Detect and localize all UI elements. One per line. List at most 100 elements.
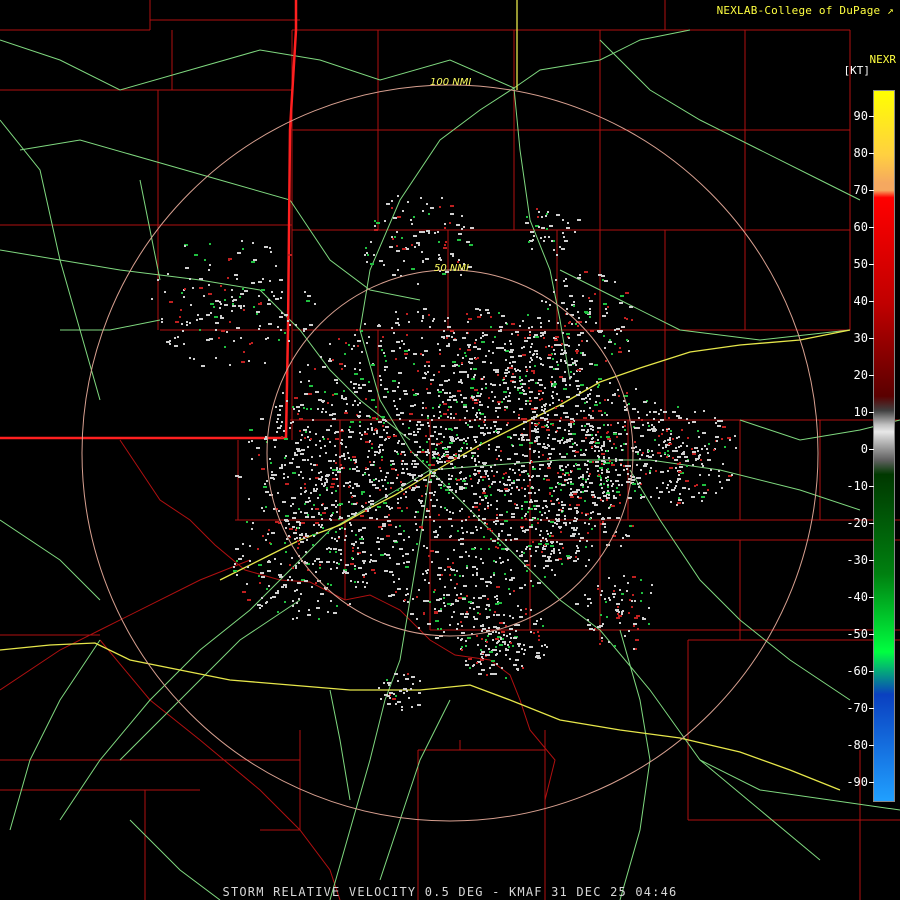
- velocity-echo-pixel: [625, 292, 629, 294]
- velocity-echo-pixel: [707, 489, 709, 491]
- velocity-echo-pixel: [517, 605, 519, 607]
- velocity-echo-pixel: [300, 471, 302, 473]
- velocity-echo-pixel: [479, 418, 481, 420]
- units-label: [KT]: [843, 64, 871, 77]
- velocity-echo-pixel: [484, 522, 486, 524]
- velocity-echo-pixel: [537, 317, 541, 319]
- velocity-echo-pixel: [425, 493, 427, 495]
- velocity-echo-pixel: [480, 432, 484, 434]
- velocity-echo-pixel: [497, 489, 499, 491]
- velocity-echo-pixel: [281, 436, 283, 438]
- velocity-echo-pixel: [422, 449, 424, 451]
- velocity-echo-pixel: [481, 499, 483, 501]
- velocity-echo-pixel: [341, 397, 343, 399]
- velocity-echo-pixel: [529, 646, 533, 648]
- velocity-echo-pixel: [660, 409, 662, 411]
- velocity-echo-pixel: [275, 474, 277, 476]
- velocity-echo-pixel: [603, 457, 605, 459]
- velocity-echo-pixel: [404, 454, 406, 456]
- velocity-echo-pixel: [583, 417, 587, 419]
- velocity-echo-pixel: [401, 451, 405, 453]
- velocity-echo-pixel: [514, 386, 516, 388]
- velocity-echo-pixel: [519, 474, 521, 476]
- velocity-echo-pixel: [623, 400, 625, 402]
- velocity-echo-pixel: [531, 370, 535, 372]
- velocity-echo-pixel: [617, 606, 619, 608]
- velocity-echo-pixel: [244, 290, 248, 292]
- velocity-echo-pixel: [360, 378, 364, 380]
- velocity-echo-pixel: [269, 458, 271, 460]
- velocity-echo-pixel: [565, 278, 567, 280]
- velocity-echo-pixel: [284, 464, 286, 466]
- velocity-echo-pixel: [493, 614, 495, 616]
- credit-line[interactable]: NEXLAB-College of DuPage ↗: [717, 4, 894, 17]
- velocity-echo-pixel: [327, 438, 329, 440]
- velocity-echo-pixel: [315, 508, 319, 510]
- velocity-echo-pixel: [463, 404, 467, 406]
- velocity-echo-pixel: [277, 590, 279, 592]
- velocity-echo-pixel: [616, 487, 618, 489]
- velocity-echo-pixel: [561, 343, 563, 345]
- velocity-echo-pixel: [576, 385, 578, 387]
- velocity-echo-pixel: [518, 624, 520, 626]
- velocity-echo-pixel: [437, 628, 439, 630]
- velocity-echo-pixel: [352, 547, 354, 549]
- velocity-echo-pixel: [199, 329, 201, 331]
- velocity-echo-pixel: [599, 467, 603, 469]
- velocity-echo-pixel: [531, 486, 533, 488]
- velocity-echo-pixel: [660, 471, 664, 473]
- velocity-echo-pixel: [565, 524, 567, 526]
- velocity-echo-pixel: [603, 495, 607, 497]
- velocity-echo-pixel: [467, 424, 469, 426]
- velocity-echo-pixel: [474, 374, 476, 376]
- velocity-echo-pixel: [451, 525, 453, 527]
- velocity-echo-pixel: [397, 474, 399, 476]
- velocity-echo-pixel: [194, 254, 198, 256]
- velocity-echo-pixel: [578, 344, 580, 346]
- velocity-echo-pixel: [489, 667, 491, 669]
- velocity-echo-pixel: [490, 538, 492, 540]
- velocity-echo-pixel: [472, 566, 476, 568]
- velocity-echo-pixel: [493, 649, 497, 651]
- velocity-echo-pixel: [455, 438, 457, 440]
- velocity-echo-pixel: [619, 347, 621, 349]
- velocity-echo-pixel: [461, 646, 463, 648]
- velocity-echo-pixel: [592, 496, 594, 498]
- velocity-echo-pixel: [544, 576, 546, 578]
- velocity-echo-pixel: [495, 410, 497, 412]
- velocity-echo-pixel: [597, 497, 601, 499]
- velocity-echo-pixel: [514, 453, 518, 455]
- velocity-echo-pixel: [377, 506, 381, 508]
- velocity-echo-pixel: [456, 570, 458, 572]
- velocity-echo-pixel: [525, 613, 527, 615]
- velocity-echo-pixel: [414, 246, 416, 248]
- velocity-echo-pixel: [449, 511, 451, 513]
- velocity-echo-pixel: [640, 579, 642, 581]
- velocity-echo-pixel: [476, 662, 478, 664]
- velocity-echo-pixel: [352, 456, 356, 458]
- velocity-echo-pixel: [439, 353, 441, 355]
- velocity-echo-pixel: [441, 456, 443, 458]
- velocity-echo-pixel: [564, 285, 568, 287]
- velocity-echo-pixel: [362, 474, 364, 476]
- velocity-echo-pixel: [425, 570, 427, 572]
- velocity-echo-pixel: [259, 582, 261, 584]
- velocity-echo-pixel: [512, 645, 514, 647]
- velocity-echo-pixel: [439, 461, 443, 463]
- velocity-echo-pixel: [403, 692, 405, 694]
- velocity-echo-pixel: [251, 342, 253, 344]
- velocity-echo-pixel: [564, 240, 568, 242]
- velocity-echo-pixel: [583, 410, 585, 412]
- velocity-echo-pixel: [537, 657, 541, 659]
- velocity-echo-pixel: [621, 484, 623, 486]
- velocity-echo-pixel: [407, 201, 409, 203]
- velocity-echo-pixel: [602, 315, 606, 317]
- velocity-echo-pixel: [339, 503, 343, 505]
- velocity-echo-pixel: [366, 261, 368, 263]
- velocity-echo-pixel: [392, 574, 394, 576]
- velocity-echo-pixel: [509, 593, 511, 595]
- velocity-echo-pixel: [330, 568, 332, 570]
- velocity-echo-pixel: [310, 438, 312, 440]
- velocity-echo-pixel: [619, 494, 621, 496]
- velocity-echo-pixel: [555, 518, 557, 520]
